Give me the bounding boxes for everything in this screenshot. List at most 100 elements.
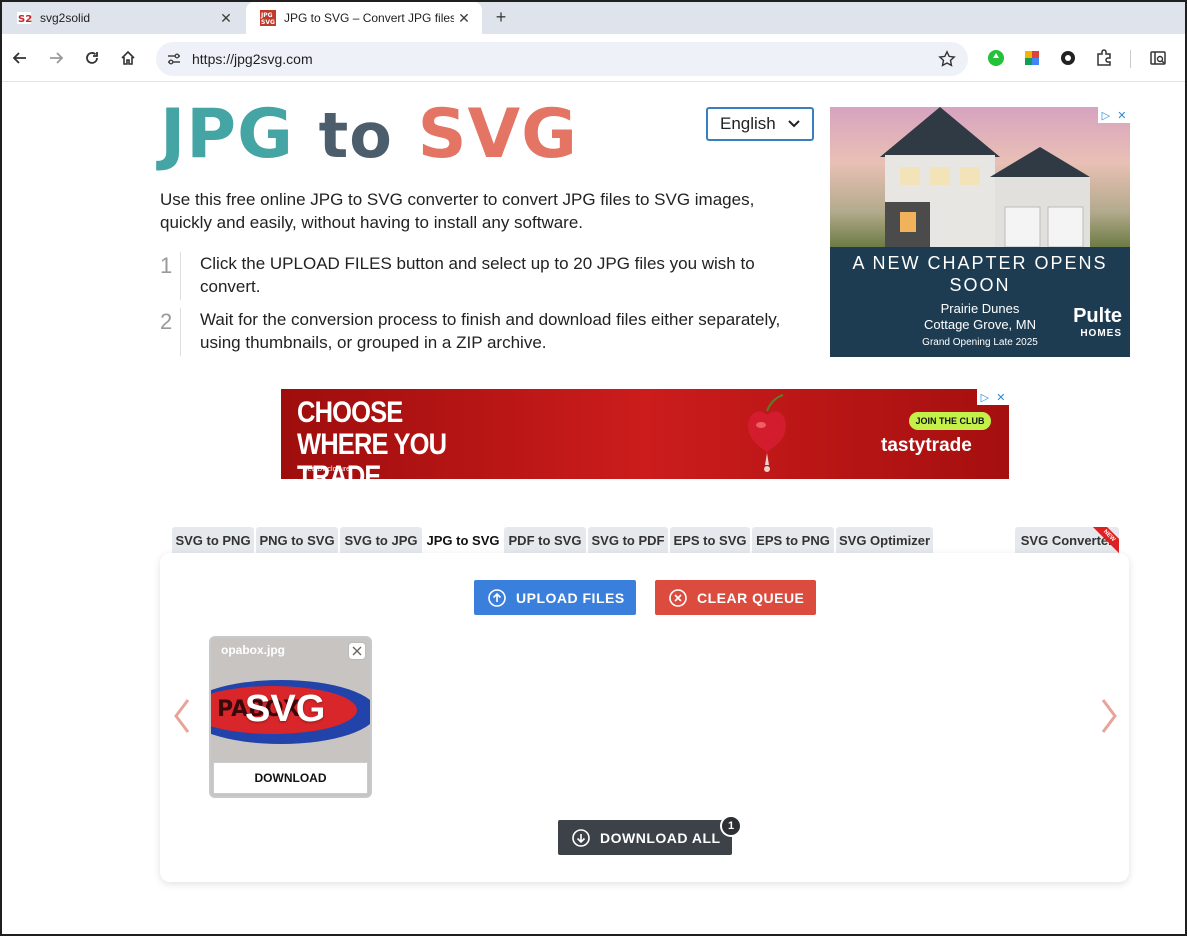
reload-icon [86, 52, 98, 64]
chevron-down-icon [788, 120, 800, 128]
bookmark-star-icon[interactable] [938, 50, 956, 68]
remove-file-button[interactable] [348, 642, 366, 660]
puzzle-icon [1097, 49, 1111, 66]
url-text[interactable]: https://jpg2svg.com [192, 51, 313, 67]
file-name: opabox.jpg [221, 643, 285, 657]
step-text: Wait for the conversion process to finis… [200, 310, 781, 352]
advertisement-tastytrade[interactable]: CHOOSE WHERE YOU TRADE See Disclosure JO… [281, 389, 1009, 479]
extension-gear-button[interactable] [1056, 46, 1080, 70]
tab-svg-to-pdf[interactable]: SVG to PDF [588, 527, 668, 554]
tab-eps-to-svg[interactable]: EPS to SVG [670, 527, 750, 554]
tab-pdf-to-svg[interactable]: PDF to SVG [504, 527, 586, 554]
step-divider [180, 252, 181, 300]
tab-eps-to-png[interactable]: EPS to PNG [752, 527, 834, 554]
advertisement-pulte-homes[interactable]: ▷ ✕ A NEW CHAPTER OPENS SOON Prairie Dun… [830, 107, 1130, 357]
address-bar[interactable]: https://jpg2svg.com [156, 42, 968, 76]
step-number: 1 [160, 253, 173, 278]
tab-svg-to-png[interactable]: SVG to PNG [172, 527, 254, 554]
upload-files-button[interactable]: UPLOAD FILES [474, 580, 636, 615]
browser-tab-svg2solid[interactable]: S2 svg2solid ✕ [2, 2, 244, 34]
browser-window: S2 svg2solid ✕ JPG SVG JPG to SVG – Conve… [0, 0, 1187, 936]
upload-arrow-icon [488, 588, 506, 607]
ad-brand-sub: HOMES [1080, 328, 1122, 339]
download-all-label: DOWNLOAD ALL [600, 829, 721, 846]
carousel-next-icon[interactable] [1097, 696, 1121, 736]
tab-title: JPG to SVG – Convert JPG files to [284, 11, 454, 25]
site-logo[interactable]: JPG to SVG [160, 99, 578, 172]
back-button[interactable] [8, 46, 32, 70]
language-select[interactable]: English [706, 107, 814, 141]
upload-files-label: UPLOAD FILES [516, 589, 625, 606]
tab-title: svg2solid [40, 11, 91, 25]
step-divider [180, 308, 181, 356]
step-text: Click the UPLOAD FILES button and select… [200, 254, 755, 296]
gear-extension-icon [1061, 51, 1075, 65]
download-arrow-icon [572, 828, 590, 847]
ad-choices[interactable]: ▷ ✕ [977, 389, 1009, 405]
site-settings-icon[interactable] [166, 51, 182, 67]
new-tab-button[interactable]: + [490, 6, 512, 28]
svg-text:S2: S2 [18, 14, 32, 25]
carousel-prev-icon[interactable] [170, 696, 194, 736]
forward-button[interactable] [44, 46, 68, 70]
tab-jpg-to-svg[interactable]: JPG to SVG [424, 527, 502, 554]
extension-green-button[interactable] [984, 46, 1008, 70]
browser-tab-jpg2svg[interactable]: JPG SVG JPG to SVG – Convert JPG files to… [246, 2, 482, 34]
file-download-button[interactable]: DOWNLOAD [213, 762, 368, 794]
ad-brand-name: Pulte [1073, 305, 1122, 327]
home-button[interactable] [116, 46, 140, 70]
logo-svg-text: SVG [417, 95, 578, 174]
side-panel-search-icon [1150, 51, 1166, 65]
close-tab-icon[interactable]: ✕ [216, 10, 236, 27]
color-picker-extension-icon [1025, 51, 1039, 65]
extensions-button[interactable] [1092, 46, 1116, 70]
toolbar-separator [1130, 50, 1131, 68]
intro-text: Use this free online JPG to SVG converte… [160, 190, 755, 232]
language-value: English [720, 114, 776, 133]
file-card: opabox.jpg PABOX SVG DOWNLOAD [209, 636, 372, 798]
ad-headline: A NEW CHAPTER OPENS SOON [852, 253, 1108, 295]
converted-format-label: SVG [245, 688, 326, 730]
ad-choices-icon[interactable]: ▷ [1102, 109, 1110, 122]
house-illustration [880, 107, 1090, 247]
ad-house-photo [830, 107, 1130, 247]
reload-button[interactable] [80, 46, 104, 70]
close-tab-icon[interactable]: ✕ [454, 10, 474, 27]
tab-svg-converter-label: SVG Converter [1020, 533, 1114, 548]
svg2solid-favicon-icon: S2 [17, 12, 32, 25]
extension-color-button[interactable] [1020, 46, 1044, 70]
svg-text:JPG: JPG [260, 12, 273, 19]
home-icon [121, 50, 135, 65]
step-number: 2 [160, 309, 173, 334]
tab-svg-converter[interactable]: SVG Converter NEW [1015, 527, 1119, 554]
browser-toolbar: https://jpg2svg.com [2, 34, 1185, 82]
clear-x-icon [669, 588, 687, 607]
tab-svg-optimizer[interactable]: SVG Optimizer [836, 527, 933, 554]
ad-choices-icon[interactable]: ▷ [981, 391, 989, 404]
logo-to-text: to [318, 99, 393, 172]
converter-tabs: SVG to PNG PNG to SVG SVG to JPG JPG to … [160, 527, 1130, 554]
download-all-button[interactable]: DOWNLOAD ALL [558, 820, 732, 855]
join-the-club-button[interactable]: JOIN THE CLUB [909, 412, 991, 430]
tab-png-to-svg[interactable]: PNG to SVG [256, 527, 338, 554]
tab-strip: S2 svg2solid ✕ JPG SVG JPG to SVG – Conve… [2, 2, 1185, 34]
forward-arrow-icon [50, 52, 64, 64]
logo-jpg-text: JPG [160, 95, 294, 174]
cherry-icon [748, 394, 786, 472]
download-count-badge: 1 [720, 815, 742, 837]
ad-brand-logo: Pulte HOMES [1073, 305, 1122, 343]
tab-svg-to-jpg[interactable]: SVG to JPG [340, 527, 422, 554]
ad-trade-brand: tastytrade [881, 435, 972, 456]
back-arrow-icon [12, 52, 26, 64]
ad-disclosure-link[interactable]: See Disclosure [303, 466, 350, 473]
svg-text:SVG: SVG [261, 19, 275, 26]
clear-queue-button[interactable]: CLEAR QUEUE [655, 580, 816, 615]
close-icon [352, 646, 362, 656]
ad-choices[interactable]: ▷ ✕ [1098, 107, 1130, 123]
green-shield-extension-icon [988, 50, 1004, 66]
side-panel-button[interactable] [1146, 46, 1170, 70]
ad-close-icon[interactable]: ✕ [1117, 109, 1126, 122]
ad-close-icon[interactable]: ✕ [996, 391, 1005, 404]
jpg2svg-favicon-icon: JPGSVG [260, 10, 276, 26]
clear-queue-label: CLEAR QUEUE [697, 589, 805, 606]
